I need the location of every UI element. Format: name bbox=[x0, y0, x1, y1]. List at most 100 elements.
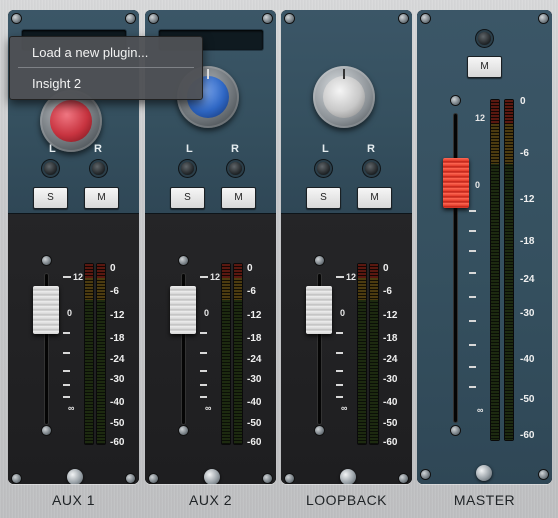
meter-scale-minus12: -12 bbox=[383, 310, 398, 321]
master-indicator-led bbox=[478, 32, 491, 45]
screw-icon bbox=[421, 470, 430, 479]
screw-icon bbox=[126, 14, 135, 23]
fader-scale-infinity: ∞ bbox=[341, 403, 348, 413]
channel-fader-section: 12 0 ∞ 0 -6 -12 -18 -24 -30 -40 -50 -60 bbox=[8, 214, 139, 484]
channel-strip-master: M 12 0 ∞ 0 -6 -12 -18 -24 -30 -40 -50 -6… bbox=[417, 10, 552, 484]
volume-fader-handle[interactable] bbox=[33, 286, 59, 334]
fader-tick bbox=[63, 384, 70, 386]
meter-scale-minus24: -24 bbox=[520, 274, 535, 285]
meter-scale-minus18: -18 bbox=[520, 236, 535, 247]
fader-tick bbox=[469, 296, 476, 298]
fader-tick bbox=[200, 352, 207, 354]
fader-tick bbox=[336, 396, 343, 398]
screw-icon bbox=[451, 96, 460, 105]
screw-icon bbox=[179, 426, 188, 435]
meter-scale-minus12: -12 bbox=[110, 310, 125, 321]
meter-scale-minus30: -30 bbox=[383, 374, 398, 385]
fader-tick bbox=[336, 276, 344, 278]
channel-name-aux-1: AUX 1 bbox=[52, 492, 95, 508]
meter-scale-minus60: -60 bbox=[520, 430, 535, 441]
solo-button[interactable]: S bbox=[33, 187, 68, 209]
menu-item-load-plugin[interactable]: Load a new plugin... bbox=[10, 40, 202, 66]
menu-item-insight-2[interactable]: Insight 2 bbox=[10, 71, 202, 97]
fader-scale-12: 12 bbox=[73, 272, 84, 282]
fader-tick bbox=[469, 210, 476, 212]
meter-scale-minus24: -24 bbox=[383, 354, 398, 365]
channel-name-aux-2: AUX 2 bbox=[189, 492, 232, 508]
master-volume-fader-handle[interactable] bbox=[443, 158, 469, 208]
screw-icon bbox=[263, 474, 272, 483]
volume-fader-handle[interactable] bbox=[306, 286, 332, 334]
channel-fader-section: 12 0 ∞ 0 -6 -12 -18 -24 -30 -40 -50 -60 bbox=[281, 214, 412, 484]
meter-scale-minus30: -30 bbox=[520, 308, 535, 319]
channel-top-panel: L R S M bbox=[281, 10, 412, 214]
volume-fader-handle[interactable] bbox=[170, 286, 196, 334]
pan-right-label: R bbox=[231, 143, 239, 155]
mute-button[interactable]: M bbox=[221, 187, 256, 209]
screw-icon bbox=[42, 256, 51, 265]
fader-tick bbox=[336, 384, 343, 386]
level-meter-left bbox=[358, 264, 366, 444]
meter-scale-minus40: -40 bbox=[383, 397, 398, 408]
meter-scale-minus50: -50 bbox=[110, 418, 125, 429]
fader-scale-12: 12 bbox=[475, 113, 486, 123]
fader-tick bbox=[336, 370, 343, 372]
knob-pointer bbox=[207, 69, 209, 79]
meter-scale-minus40: -40 bbox=[520, 354, 535, 365]
pan-knob[interactable] bbox=[313, 66, 375, 128]
fader-scale-infinity: ∞ bbox=[205, 403, 212, 413]
fader-scale-0: 0 bbox=[67, 308, 73, 318]
mute-button[interactable]: M bbox=[84, 187, 119, 209]
pan-right-label: R bbox=[94, 143, 102, 155]
fader-tick bbox=[469, 272, 476, 274]
screw-icon bbox=[285, 14, 294, 23]
level-meter-right bbox=[97, 264, 105, 444]
screw-icon bbox=[539, 470, 548, 479]
channel-strip-loopback: L R S M 12 0 ∞ 0 -6 -12 -18 -24 -30 -40 … bbox=[281, 10, 412, 484]
level-meter-left bbox=[85, 264, 93, 444]
meter-scale-minus6: -6 bbox=[110, 286, 119, 297]
fader-scale-infinity: ∞ bbox=[68, 403, 75, 413]
meter-scale-minus60: -60 bbox=[247, 437, 262, 448]
meter-scale-minus30: -30 bbox=[247, 374, 262, 385]
bolt-icon bbox=[340, 469, 356, 484]
solo-button[interactable]: S bbox=[306, 187, 341, 209]
master-mute-button[interactable]: M bbox=[467, 56, 502, 78]
meter-scale-0: 0 bbox=[520, 96, 526, 107]
screw-icon bbox=[315, 256, 324, 265]
screw-icon bbox=[399, 474, 408, 483]
fader-scale-12: 12 bbox=[210, 272, 221, 282]
mute-button[interactable]: M bbox=[357, 187, 392, 209]
meter-scale-minus12: -12 bbox=[520, 194, 535, 205]
right-indicator-led bbox=[365, 162, 378, 175]
screw-icon bbox=[126, 474, 135, 483]
screw-icon bbox=[539, 14, 548, 23]
left-indicator-led bbox=[44, 162, 57, 175]
meter-scale-0: 0 bbox=[110, 263, 116, 274]
fader-scale-0: 0 bbox=[475, 180, 481, 190]
level-meter-right bbox=[234, 264, 242, 444]
left-indicator-led bbox=[317, 162, 330, 175]
level-meter-right bbox=[370, 264, 378, 444]
meter-scale-minus30: -30 bbox=[110, 374, 125, 385]
meter-scale-minus40: -40 bbox=[247, 397, 262, 408]
meter-scale-minus50: -50 bbox=[247, 418, 262, 429]
fader-tick bbox=[63, 352, 70, 354]
fader-tick bbox=[469, 250, 476, 252]
fader-tick bbox=[200, 384, 207, 386]
meter-scale-minus24: -24 bbox=[110, 354, 125, 365]
fader-tick bbox=[200, 332, 207, 334]
pan-left-label: L bbox=[186, 143, 193, 155]
screw-icon bbox=[42, 426, 51, 435]
solo-button[interactable]: S bbox=[170, 187, 205, 209]
channel-name-loopback: LOOPBACK bbox=[305, 492, 388, 508]
meter-scale-minus6: -6 bbox=[520, 148, 529, 159]
meter-scale-0: 0 bbox=[247, 263, 253, 274]
fader-tick bbox=[469, 386, 476, 388]
right-indicator-led bbox=[92, 162, 105, 175]
pan-right-label: R bbox=[367, 143, 375, 155]
channel-name-master: MASTER bbox=[453, 492, 516, 508]
meter-scale-minus60: -60 bbox=[383, 437, 398, 448]
bolt-icon bbox=[204, 469, 220, 484]
screw-icon bbox=[263, 14, 272, 23]
